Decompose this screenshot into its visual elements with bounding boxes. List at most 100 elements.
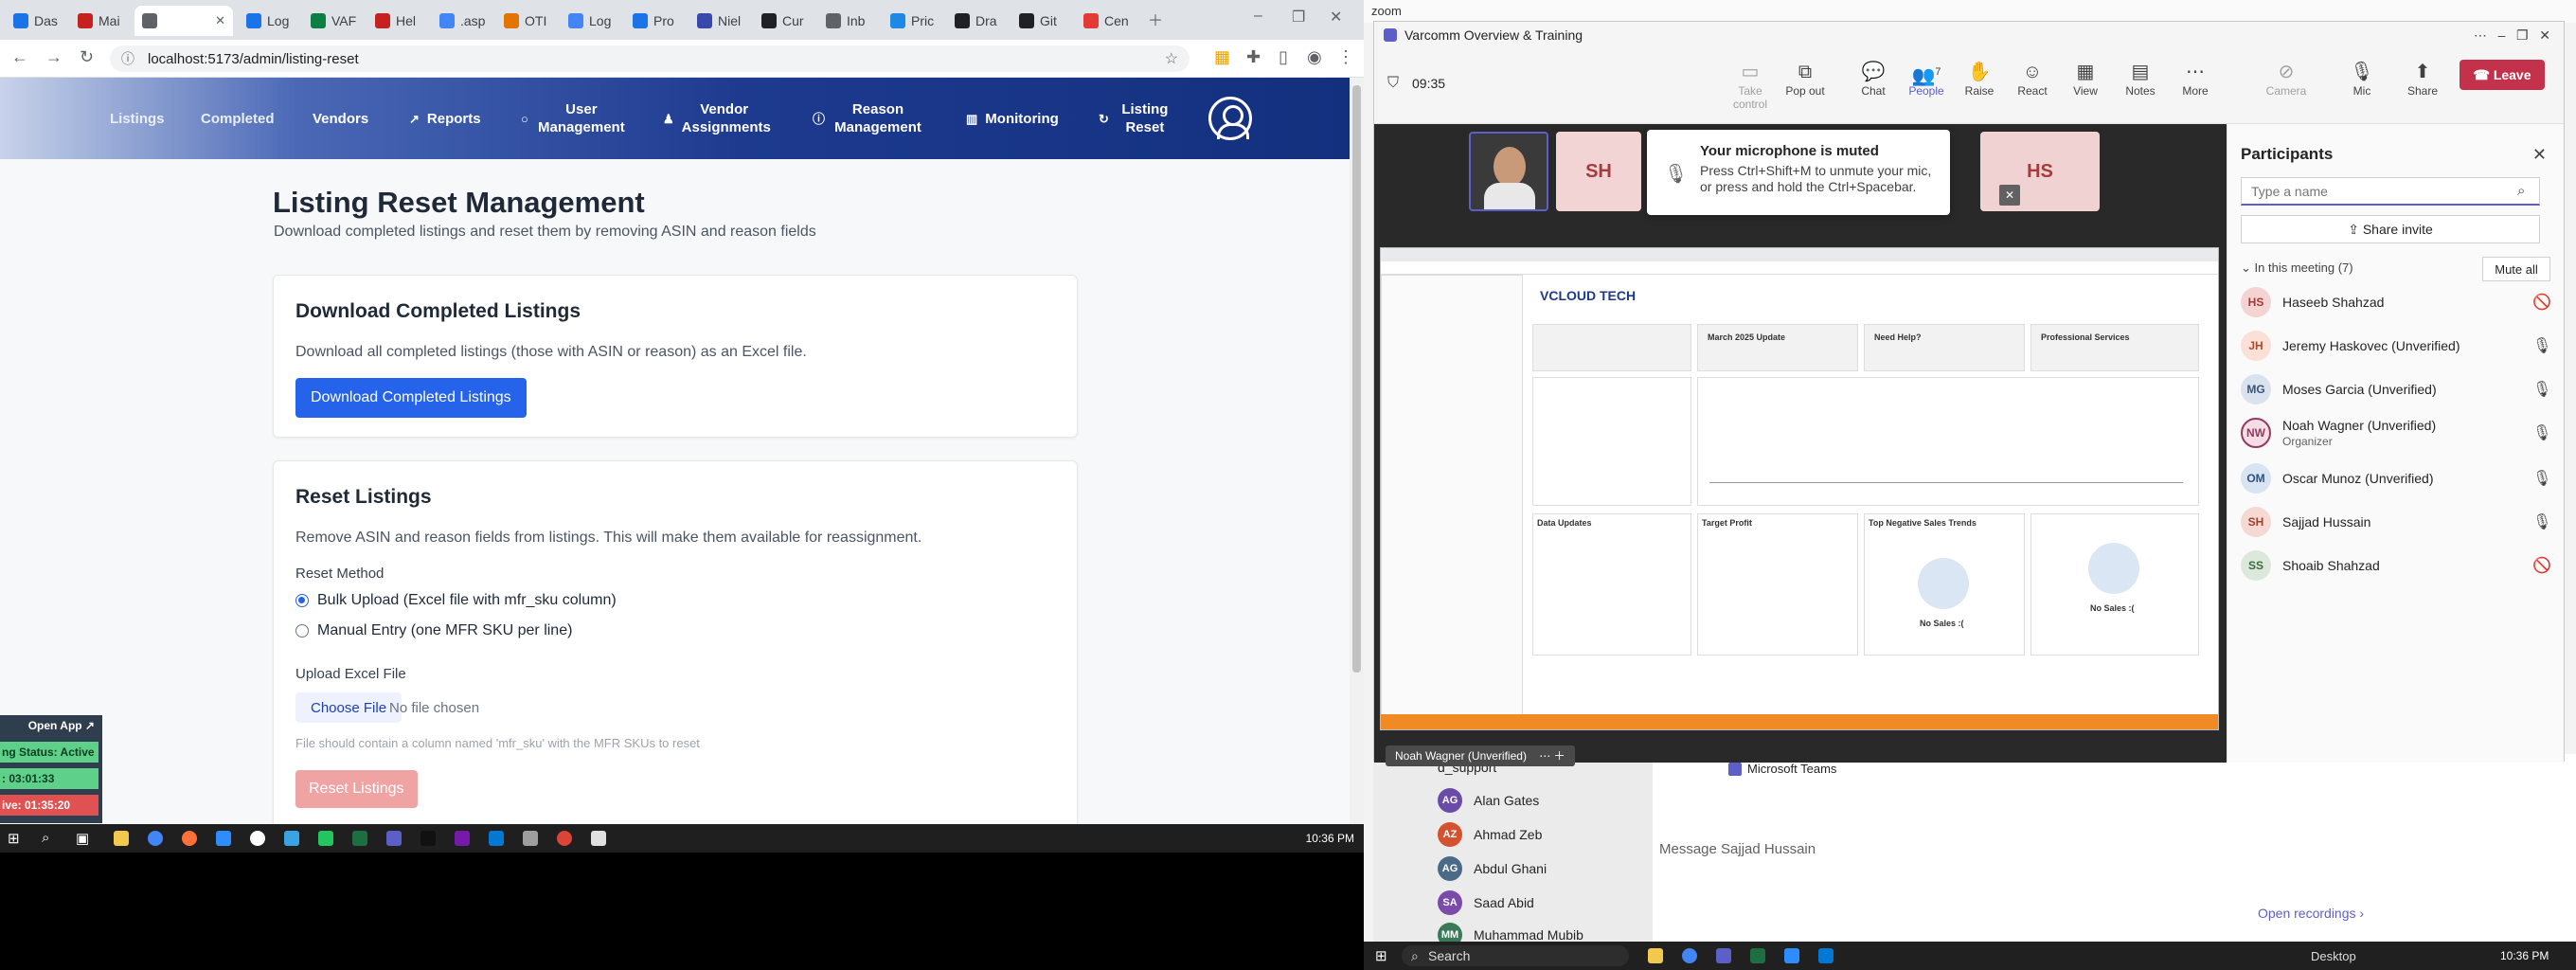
open-recordings-link[interactable]: Open recordings ›	[2258, 906, 2364, 921]
browser-tab[interactable]: Cur	[754, 6, 816, 36]
browser-tab[interactable]: Pro	[625, 6, 688, 36]
nav-vendors[interactable]: Vendors	[313, 110, 368, 128]
ms-teams-chip[interactable]: Microsoft Teams	[1728, 762, 1836, 776]
new-tab-button[interactable]: ＋	[1148, 8, 1163, 30]
zoom-icon[interactable]	[216, 831, 231, 846]
contact-item[interactable]: AZ Ahmad Zeb	[1438, 822, 1542, 847]
maximize-button[interactable]: ❐	[1292, 8, 1305, 27]
contact-item[interactable]: AG Abdul Ghani	[1438, 856, 1547, 881]
scrollbar-thumb[interactable]	[1352, 85, 1361, 673]
profile-icon[interactable]: ◉	[1307, 47, 1322, 67]
browser-tab[interactable]: Log	[561, 6, 623, 36]
close-window-button[interactable]: ✕	[1330, 8, 1342, 27]
radio-unselected-icon[interactable]	[295, 624, 309, 638]
bookmark-star-icon[interactable]: ☆	[1165, 49, 1178, 68]
share-invite-button[interactable]: ⇪ Share invite	[2241, 215, 2540, 243]
excel-icon[interactable]	[352, 831, 367, 846]
close-icon[interactable]: ✕	[2532, 145, 2547, 165]
participant-row[interactable]: JH Jeremy Haskovec (Unverified) 🎙	[2241, 325, 2551, 367]
search-icon[interactable]: ⌕	[42, 830, 49, 846]
firefox-icon[interactable]	[182, 831, 197, 846]
address-bar[interactable]: ⓘ localhost:5173/admin/listing-reset ☆	[110, 45, 1190, 72]
camera-button[interactable]: ⊘ Camera	[2261, 60, 2312, 98]
browser-tab[interactable]: OTI	[496, 6, 559, 36]
participant-row[interactable]: OM Oscar Munoz (Unverified) 🎙	[2241, 458, 2551, 499]
vscode-icon[interactable]	[489, 831, 504, 846]
vscode-icon[interactable]	[1818, 948, 1834, 963]
mute-all-button[interactable]: Mute all	[2482, 257, 2550, 281]
take-control-button[interactable]: ▭ Take control	[1725, 60, 1776, 111]
reset-listings-button[interactable]: Reset Listings	[295, 770, 418, 808]
file-explorer-icon[interactable]	[114, 831, 129, 846]
share-button[interactable]: ⬆ Share	[2397, 60, 2448, 98]
onenote-icon[interactable]	[455, 831, 470, 846]
minimize-button[interactable]: –	[1254, 8, 1262, 25]
app-icon[interactable]	[591, 831, 606, 846]
participant-row[interactable]: MG Moses Garcia (Unverified) 🎙	[2241, 368, 2551, 410]
nav-monitoring[interactable]: ▥ Monitoring	[966, 110, 1059, 128]
browser-tab[interactable]: Dra	[947, 6, 1010, 36]
browser-tab[interactable]: Das	[6, 6, 68, 36]
extension-icon[interactable]: ▦	[1214, 47, 1230, 67]
browser-tab-active[interactable]: ✕	[134, 6, 233, 36]
notes-button[interactable]: ▤ Notes	[2115, 60, 2166, 98]
nav-listing-reset[interactable]: ↻ Listing Reset	[1099, 100, 1173, 136]
chrome-icon[interactable]	[1682, 948, 1697, 963]
participant-tile[interactable]: SH	[1556, 132, 1641, 211]
app-icon[interactable]	[523, 831, 538, 846]
nav-completed[interactable]: Completed	[201, 110, 275, 128]
chrome-icon[interactable]	[148, 831, 163, 846]
self-video-tile[interactable]	[1469, 132, 1548, 211]
browser-tab[interactable]: Hel	[367, 6, 430, 36]
participant-tile[interactable]: HS	[1980, 132, 2100, 211]
leave-button[interactable]: ☎ Leave	[2460, 60, 2545, 90]
browser-menu-icon[interactable]: ⋮	[1337, 47, 1354, 67]
windows-start-icon[interactable]: ⊞	[8, 830, 20, 847]
forward-arrow-icon[interactable]: →	[45, 47, 63, 67]
app-icon[interactable]	[318, 831, 333, 846]
participant-search-input[interactable]	[2241, 177, 2540, 206]
zoom-icon[interactable]	[1784, 948, 1799, 963]
page-scrollbar[interactable]	[1350, 78, 1364, 824]
terminal-icon[interactable]	[420, 831, 436, 846]
participant-row[interactable]: SH Sajjad Hussain 🎙	[2241, 501, 2551, 543]
radio-selected-icon[interactable]	[295, 594, 309, 607]
open-app-button[interactable]: Open App ↗	[0, 715, 98, 736]
browser-tab[interactable]: Log	[239, 6, 301, 36]
app-icon[interactable]	[250, 831, 265, 846]
browser-tab[interactable]: VAF	[303, 6, 366, 36]
puzzle-extensions-icon[interactable]: ✚	[1246, 47, 1261, 67]
browser-tab[interactable]: Git	[1011, 6, 1074, 36]
people-button[interactable]: 👥7 People	[1901, 60, 1952, 98]
app-icon[interactable]	[284, 831, 299, 846]
taskbar-search[interactable]: ⌕ Search	[1402, 945, 1629, 966]
contact-item[interactable]: SA Saad Abid	[1438, 890, 1534, 915]
desktop-label[interactable]: Desktop	[2311, 949, 2356, 963]
file-explorer-icon[interactable]	[1648, 948, 1663, 963]
view-button[interactable]: ▦ View	[2060, 60, 2111, 98]
sidebar-icon[interactable]: ▯	[1279, 47, 1288, 67]
excel-icon[interactable]	[1750, 948, 1765, 963]
participant-row[interactable]: SS Shoaib Shahzad 🚫	[2241, 545, 2551, 586]
windows-start-icon[interactable]: ⊞	[1375, 947, 1387, 964]
message-input[interactable]: Message Sajjad Hussain	[1659, 841, 2256, 857]
chrome-icon[interactable]	[557, 831, 572, 846]
mic-button[interactable]: 🎙 Mic	[2336, 60, 2388, 98]
window-controls[interactable]: ⋯ – ❐ ✕	[2474, 27, 2550, 44]
nav-reason-management[interactable]: ⓘ Reason Management	[813, 100, 923, 136]
task-view-icon[interactable]: ▣	[76, 830, 89, 847]
browser-tab[interactable]: .asp	[432, 6, 494, 36]
participant-row[interactable]: NW Noah Wagner (Unverified) Organizer 🎙	[2241, 412, 2551, 454]
teams-icon[interactable]	[1716, 948, 1731, 963]
nav-user-management[interactable]: ○ User Management	[521, 100, 627, 136]
radio-manual-entry[interactable]: Manual Entry (one MFR SKU per line)	[295, 622, 572, 639]
back-arrow-icon[interactable]: ←	[11, 47, 28, 67]
browser-tab[interactable]: Inb	[818, 6, 881, 36]
raise-hand-button[interactable]: ✋ Raise	[1954, 60, 2005, 98]
more-button[interactable]: ⋯ More	[2170, 60, 2221, 98]
chat-button[interactable]: 💬 Chat	[1848, 60, 1899, 98]
browser-tab[interactable]: Pric	[883, 6, 945, 36]
browser-tab[interactable]: Mai	[70, 6, 133, 36]
reload-icon[interactable]: ↻	[80, 47, 94, 67]
more-icon[interactable]: ⋯ ＋	[1539, 749, 1565, 763]
